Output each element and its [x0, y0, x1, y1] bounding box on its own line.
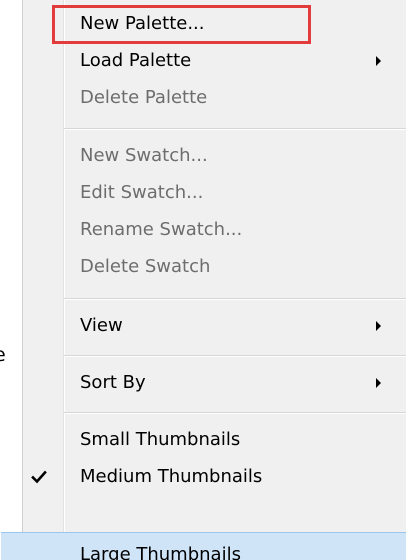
chevron-right-icon [376, 321, 381, 331]
menu-separator-highlight [64, 129, 406, 130]
menu-item-edit-swatch[interactable]: Edit Swatch... [23, 175, 406, 211]
context-menu: New Palette... Load Palette Delete Palet… [1, 0, 406, 560]
menu-separator-highlight [64, 356, 406, 357]
menu-item-label: Rename Swatch... [80, 219, 243, 240]
menu-item-label: Medium Thumbnails [80, 466, 263, 487]
chevron-right-icon [376, 56, 381, 66]
menu-item-large-thumbnails[interactable]: Large Thumbnails [1, 532, 406, 560]
menu-item-label: View [80, 315, 123, 336]
menu-item-small-thumbnails[interactable]: Small Thumbnails [23, 422, 406, 458]
menu-separator-highlight [64, 299, 406, 300]
screen: e New Palette... Load Palette Delete Pal… [0, 0, 406, 560]
chevron-right-icon [376, 378, 381, 388]
annotation-highlight-box [52, 5, 311, 44]
menu-item-rename-swatch[interactable]: Rename Swatch... [23, 212, 406, 248]
menu-item-sort-by[interactable]: Sort By [23, 365, 406, 401]
menu-item-label: Edit Swatch... [80, 182, 204, 203]
menu-item-label: Small Thumbnails [80, 429, 241, 450]
menu-item-label: Load Palette [80, 50, 192, 71]
menu-separator-highlight [64, 413, 406, 414]
menu-item-label: New Swatch... [80, 145, 208, 166]
menu-item-label: Sort By [80, 372, 146, 393]
menu-item-load-palette[interactable]: Load Palette [23, 43, 406, 79]
menu-item-label: Delete Palette [80, 87, 208, 108]
menu-item-delete-palette[interactable]: Delete Palette [23, 80, 406, 116]
menu-item-medium-thumbnails[interactable]: Medium Thumbnails [23, 459, 406, 495]
underlying-window-text-fragment: e [0, 340, 14, 370]
menu-item-view[interactable]: View [23, 308, 406, 344]
menu-item-label: Large Thumbnails [80, 544, 241, 560]
edge-text: e [0, 340, 6, 370]
checkmark-icon [31, 470, 47, 484]
menu-item-new-swatch[interactable]: New Swatch... [23, 138, 406, 174]
menu-item-label: Delete Swatch [80, 256, 211, 277]
menu-item-delete-swatch[interactable]: Delete Swatch [23, 249, 406, 285]
